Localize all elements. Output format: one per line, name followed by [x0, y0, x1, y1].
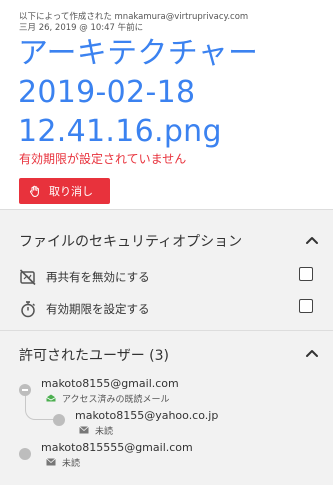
- user-dot: [19, 448, 31, 460]
- revoke-button[interactable]: 取り消し: [19, 178, 110, 204]
- hand-stop-icon: [30, 185, 39, 197]
- file-title: アーキテクチャー 2019-02-18 12.41.16.png: [18, 34, 323, 151]
- collapse-toggle[interactable]: [19, 384, 31, 396]
- open-envelope-icon: [46, 394, 56, 402]
- file-title-line: 12.41.16.png: [18, 114, 222, 149]
- file-title-line: 2019-02-18: [18, 75, 196, 110]
- security-options-section: ファイルのセキュリティオプション 再共有を無効にする 有効期限を設定する: [0, 209, 333, 330]
- expiry-warning: 有効期限が設定されていません: [19, 152, 187, 166]
- option-disable-reshare: 再共有を無効にする: [0, 265, 333, 289]
- option-set-expiry: 有効期限を設定する: [0, 297, 333, 321]
- user-email: makoto815555@gmail.com: [41, 441, 193, 454]
- disable-reshare-checkbox[interactable]: [299, 267, 313, 281]
- user-status: 未読: [62, 459, 81, 469]
- stopwatch-icon: [21, 301, 35, 318]
- allowed-users-title: 許可されたユーザー (3): [19, 348, 170, 364]
- user-status: 未読: [95, 427, 114, 437]
- allowed-users-section: 許可されたユーザー (3) makoto8155@gmail.com アクセス済…: [0, 330, 333, 485]
- user-status: アクセス済みの既読メール: [62, 395, 170, 405]
- created-at-text: 三月 26, 2019 @ 10:47 午前に: [19, 23, 144, 33]
- user-dot: [53, 414, 65, 426]
- security-options-title: ファイルのセキュリティオプション: [19, 234, 243, 250]
- option-label: 再共有を無効にする: [46, 270, 150, 284]
- set-expiry-checkbox[interactable]: [299, 299, 313, 313]
- user-email: makoto8155@yahoo.co.jp: [75, 409, 219, 422]
- file-header: 以下によって作成された mnakamura@virtruprivacy.com …: [0, 0, 333, 209]
- user-email: makoto8155@gmail.com: [41, 377, 179, 390]
- revoke-button-label: 取り消し: [49, 185, 93, 198]
- option-label: 有効期限を設定する: [46, 302, 150, 316]
- chevron-up-icon[interactable]: [305, 348, 319, 358]
- envelope-icon: [46, 458, 56, 466]
- chevron-up-icon[interactable]: [305, 235, 319, 245]
- file-title-line: アーキテクチャー: [18, 36, 259, 71]
- envelope-icon: [79, 426, 89, 434]
- no-reshare-icon: [19, 269, 36, 286]
